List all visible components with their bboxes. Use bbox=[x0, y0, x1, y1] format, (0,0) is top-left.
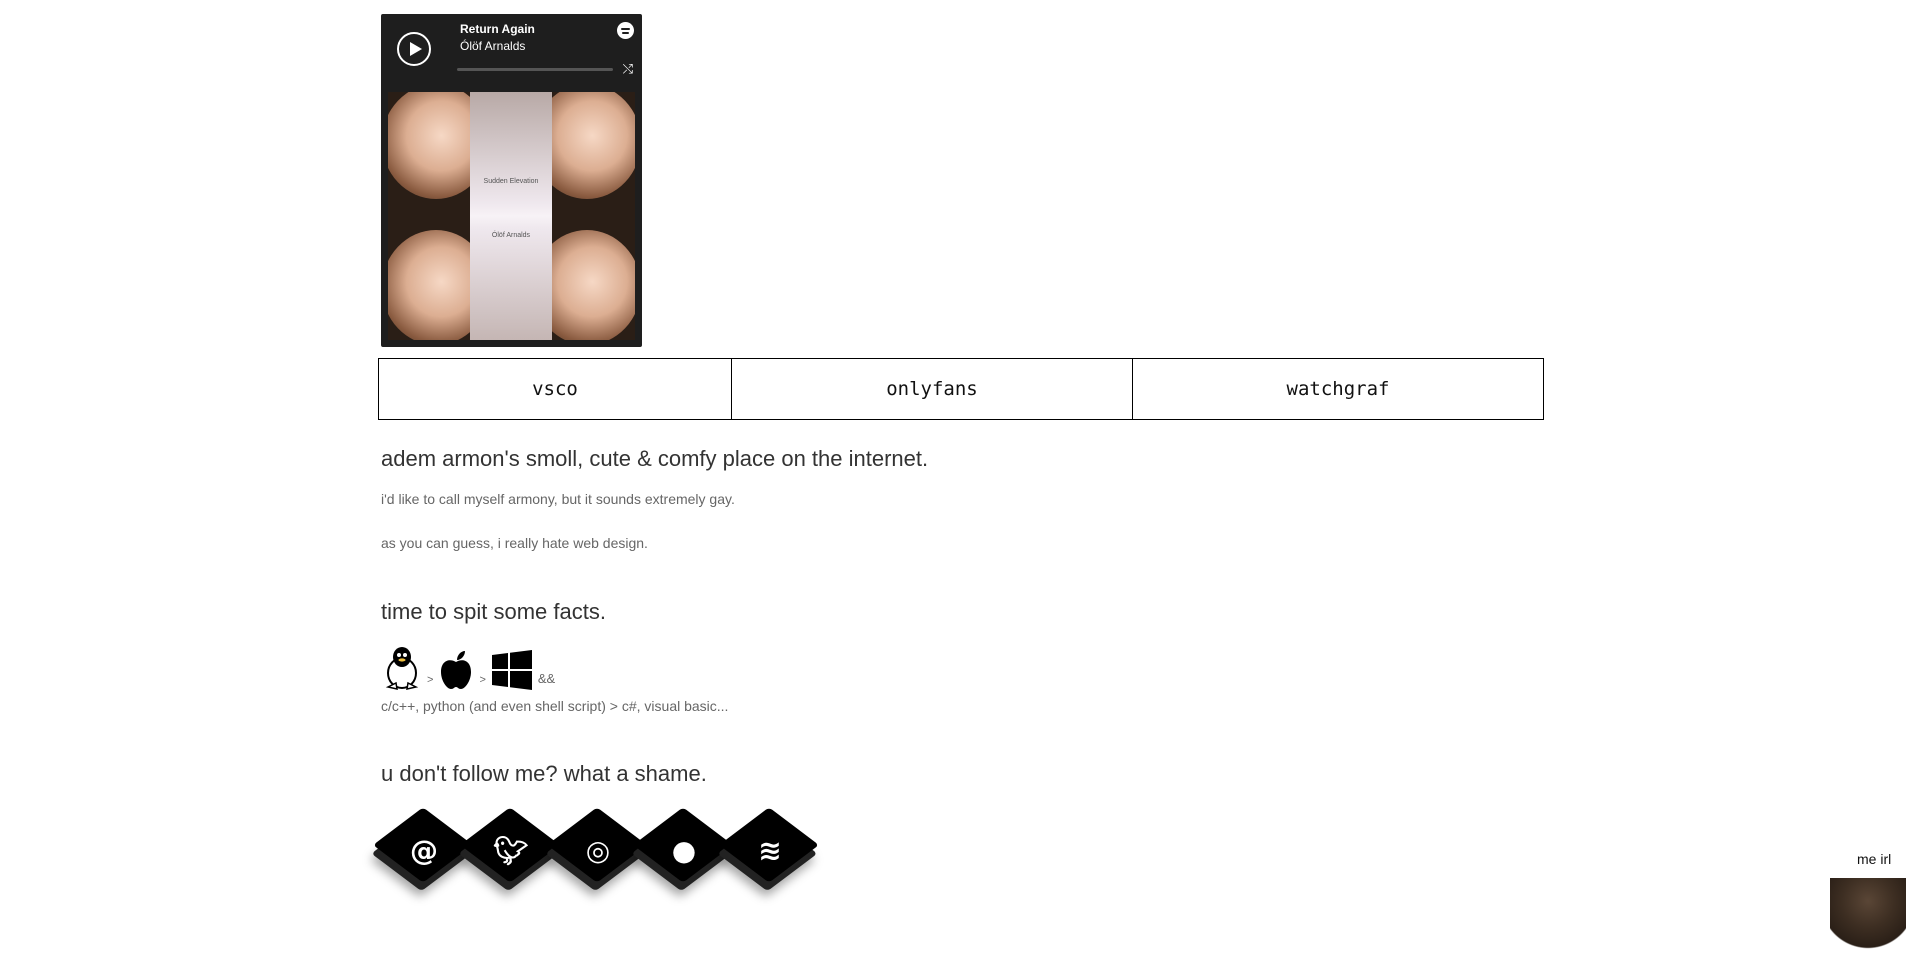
play-button[interactable] bbox=[397, 32, 431, 66]
nav-link-watchgraf[interactable]: watchgraf bbox=[1133, 359, 1543, 419]
linux-tux-icon bbox=[385, 647, 419, 690]
twitter-icon: 🐦︎ bbox=[493, 834, 529, 867]
progress-bar[interactable] bbox=[457, 68, 613, 71]
follow-heading: u don't follow me? what a shame. bbox=[381, 761, 707, 786]
nav-table: vsco onlyfans watchgraf bbox=[378, 358, 1544, 420]
album-art-artist: Ólöf Arnalds bbox=[491, 232, 531, 239]
greater-than: > bbox=[427, 674, 434, 686]
at-icon: @ bbox=[410, 834, 438, 867]
track-artist[interactable]: Ólöf Arnalds bbox=[460, 39, 525, 53]
album-art-text: Sudden Elevation bbox=[483, 178, 539, 185]
nav-link-vsco[interactable]: vsco bbox=[379, 359, 732, 419]
spotify-link[interactable]: ≋ bbox=[718, 807, 820, 894]
os-ranking: > > && bbox=[383, 645, 555, 690]
me-irl-label: me irl bbox=[1857, 851, 1892, 867]
album-art: Sudden Elevation Ólöf Arnalds bbox=[388, 92, 635, 340]
track-title[interactable]: Return Again bbox=[460, 22, 535, 36]
instagram-link[interactable]: ◎ bbox=[546, 807, 648, 894]
apple-icon bbox=[441, 651, 472, 689]
nav-link-onlyfans[interactable]: onlyfans bbox=[732, 359, 1133, 419]
spotify-logo-icon[interactable] bbox=[617, 22, 634, 39]
email-link[interactable]: @ bbox=[372, 807, 474, 894]
instagram-icon: ◎ bbox=[585, 834, 611, 867]
intro-line-1: i'd like to call myself armony, but it s… bbox=[381, 491, 735, 507]
github-icon: ● bbox=[671, 834, 697, 867]
windows-icon bbox=[491, 650, 532, 690]
intro-line-2: as you can guess, i really hate web desi… bbox=[381, 535, 648, 551]
twitter-link[interactable]: 🐦︎ bbox=[459, 807, 561, 894]
intro-heading: adem armon's smoll, cute & comfy place o… bbox=[381, 446, 929, 471]
ampersand-text: && bbox=[537, 671, 556, 686]
spotify-icon: ≋ bbox=[758, 834, 782, 867]
greater-than: > bbox=[479, 674, 486, 686]
github-link[interactable]: ● bbox=[632, 807, 734, 894]
facts-heading: time to spit some facts. bbox=[381, 599, 606, 624]
monkey-image bbox=[1830, 878, 1906, 955]
languages-text: c/c++, python (and even shell script) > … bbox=[381, 698, 729, 714]
share-icon[interactable]: ⤭ bbox=[623, 62, 633, 76]
spotify-player: Return Again Ólöf Arnalds ⤭ Sudden Eleva… bbox=[381, 14, 642, 347]
